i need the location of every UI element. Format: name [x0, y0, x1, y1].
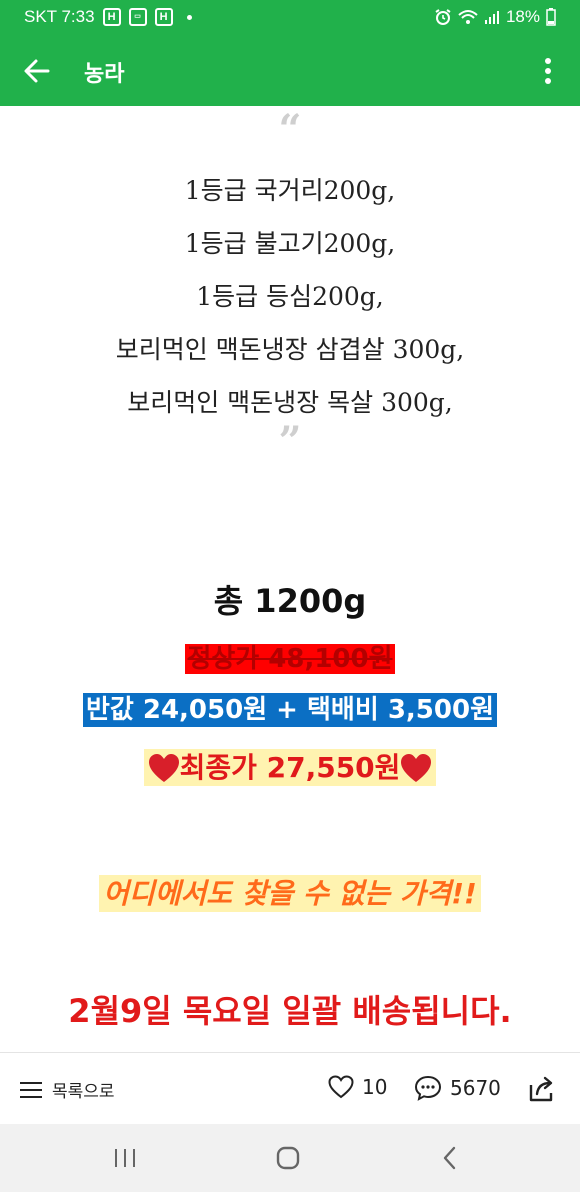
app-title: 농라 [84, 62, 125, 87]
status-right: 18% [434, 7, 556, 27]
regular-price: 정상가 48,100원 [185, 644, 395, 674]
close-quote-icon: ” [278, 418, 302, 465]
list-button-label: 목록으로 [52, 1082, 115, 1102]
half-price-line: 반값 24,050원 + 택배비 3,500원 [0, 689, 580, 727]
more-notifications-dot [186, 14, 192, 20]
app-bar: 농라 [0, 36, 580, 106]
regular-price-line: 정상가 48,100원 [0, 638, 580, 675]
open-quote-icon: “ [278, 106, 302, 153]
final-price: 최종가 27,550원 [179, 751, 401, 784]
status-left: SKT 7:33 H ▭ H [24, 7, 192, 27]
quote-line: 보리먹인 맥돈냉장 삼겹살 300g, [115, 335, 465, 364]
bottom-action-bar: 목록으로 10 5670 [0, 1052, 580, 1124]
back-arrow-icon[interactable] [20, 54, 54, 88]
comment-count: 5670 [450, 1076, 501, 1100]
h-notification-icon: H [102, 8, 121, 26]
quote-line: 1등급 등심200g, [196, 282, 384, 311]
final-price-line: 최종가 27,550원 [0, 746, 580, 786]
like-count: 10 [362, 1075, 388, 1099]
post-content: “ 1등급 국거리200g, 1등급 불고기200g, 1등급 등심200g, … [0, 106, 580, 1052]
comment-icon [414, 1075, 442, 1101]
delivery-notice: 2월9일 목요일 일괄 배송됩니다. [68, 992, 512, 1030]
total-weight: 총 1200g [213, 582, 367, 620]
menu-icon [20, 1081, 42, 1098]
list-button[interactable]: 목록으로 [20, 1077, 115, 1102]
home-icon[interactable] [274, 1144, 302, 1172]
heart-outline-icon [328, 1075, 354, 1099]
quote-line: 1등급 국거리200g, [184, 176, 396, 205]
system-nav-bar [0, 1124, 580, 1192]
share-icon[interactable] [526, 1073, 558, 1105]
nav-back-icon[interactable] [440, 1144, 460, 1172]
quote-block: 1등급 국거리200g, 1등급 불고기200g, 1등급 등심200g, 보리… [0, 164, 580, 429]
status-bar: SKT 7:33 H ▭ H 18% [0, 0, 580, 36]
comment-button[interactable]: 5670 [414, 1075, 501, 1101]
slogan: 어디에서도 찾을 수 없는 가격!! [99, 875, 481, 912]
battery-percent: 18% [505, 7, 540, 26]
slogan-line: 어디에서도 찾을 수 없는 가격!! [0, 872, 580, 912]
heart-icon [148, 754, 179, 782]
carrier-time: SKT 7:33 [24, 7, 95, 26]
final-price-band: 최종가 27,550원 [143, 749, 437, 786]
wallet-icon: ▭ [128, 8, 147, 26]
like-button[interactable]: 10 [328, 1075, 387, 1099]
alarm-icon [435, 9, 451, 25]
heart-icon [401, 754, 432, 782]
signal-icon [484, 11, 499, 24]
battery-icon [546, 8, 556, 26]
more-vert-icon[interactable] [540, 54, 556, 88]
h-notification-icon: H [154, 8, 173, 26]
recents-icon[interactable] [112, 1146, 138, 1170]
half-price: 반값 24,050원 + 택배비 3,500원 [82, 693, 497, 727]
quote-line: 1등급 불고기200g, [184, 229, 396, 258]
wifi-icon [458, 10, 478, 24]
